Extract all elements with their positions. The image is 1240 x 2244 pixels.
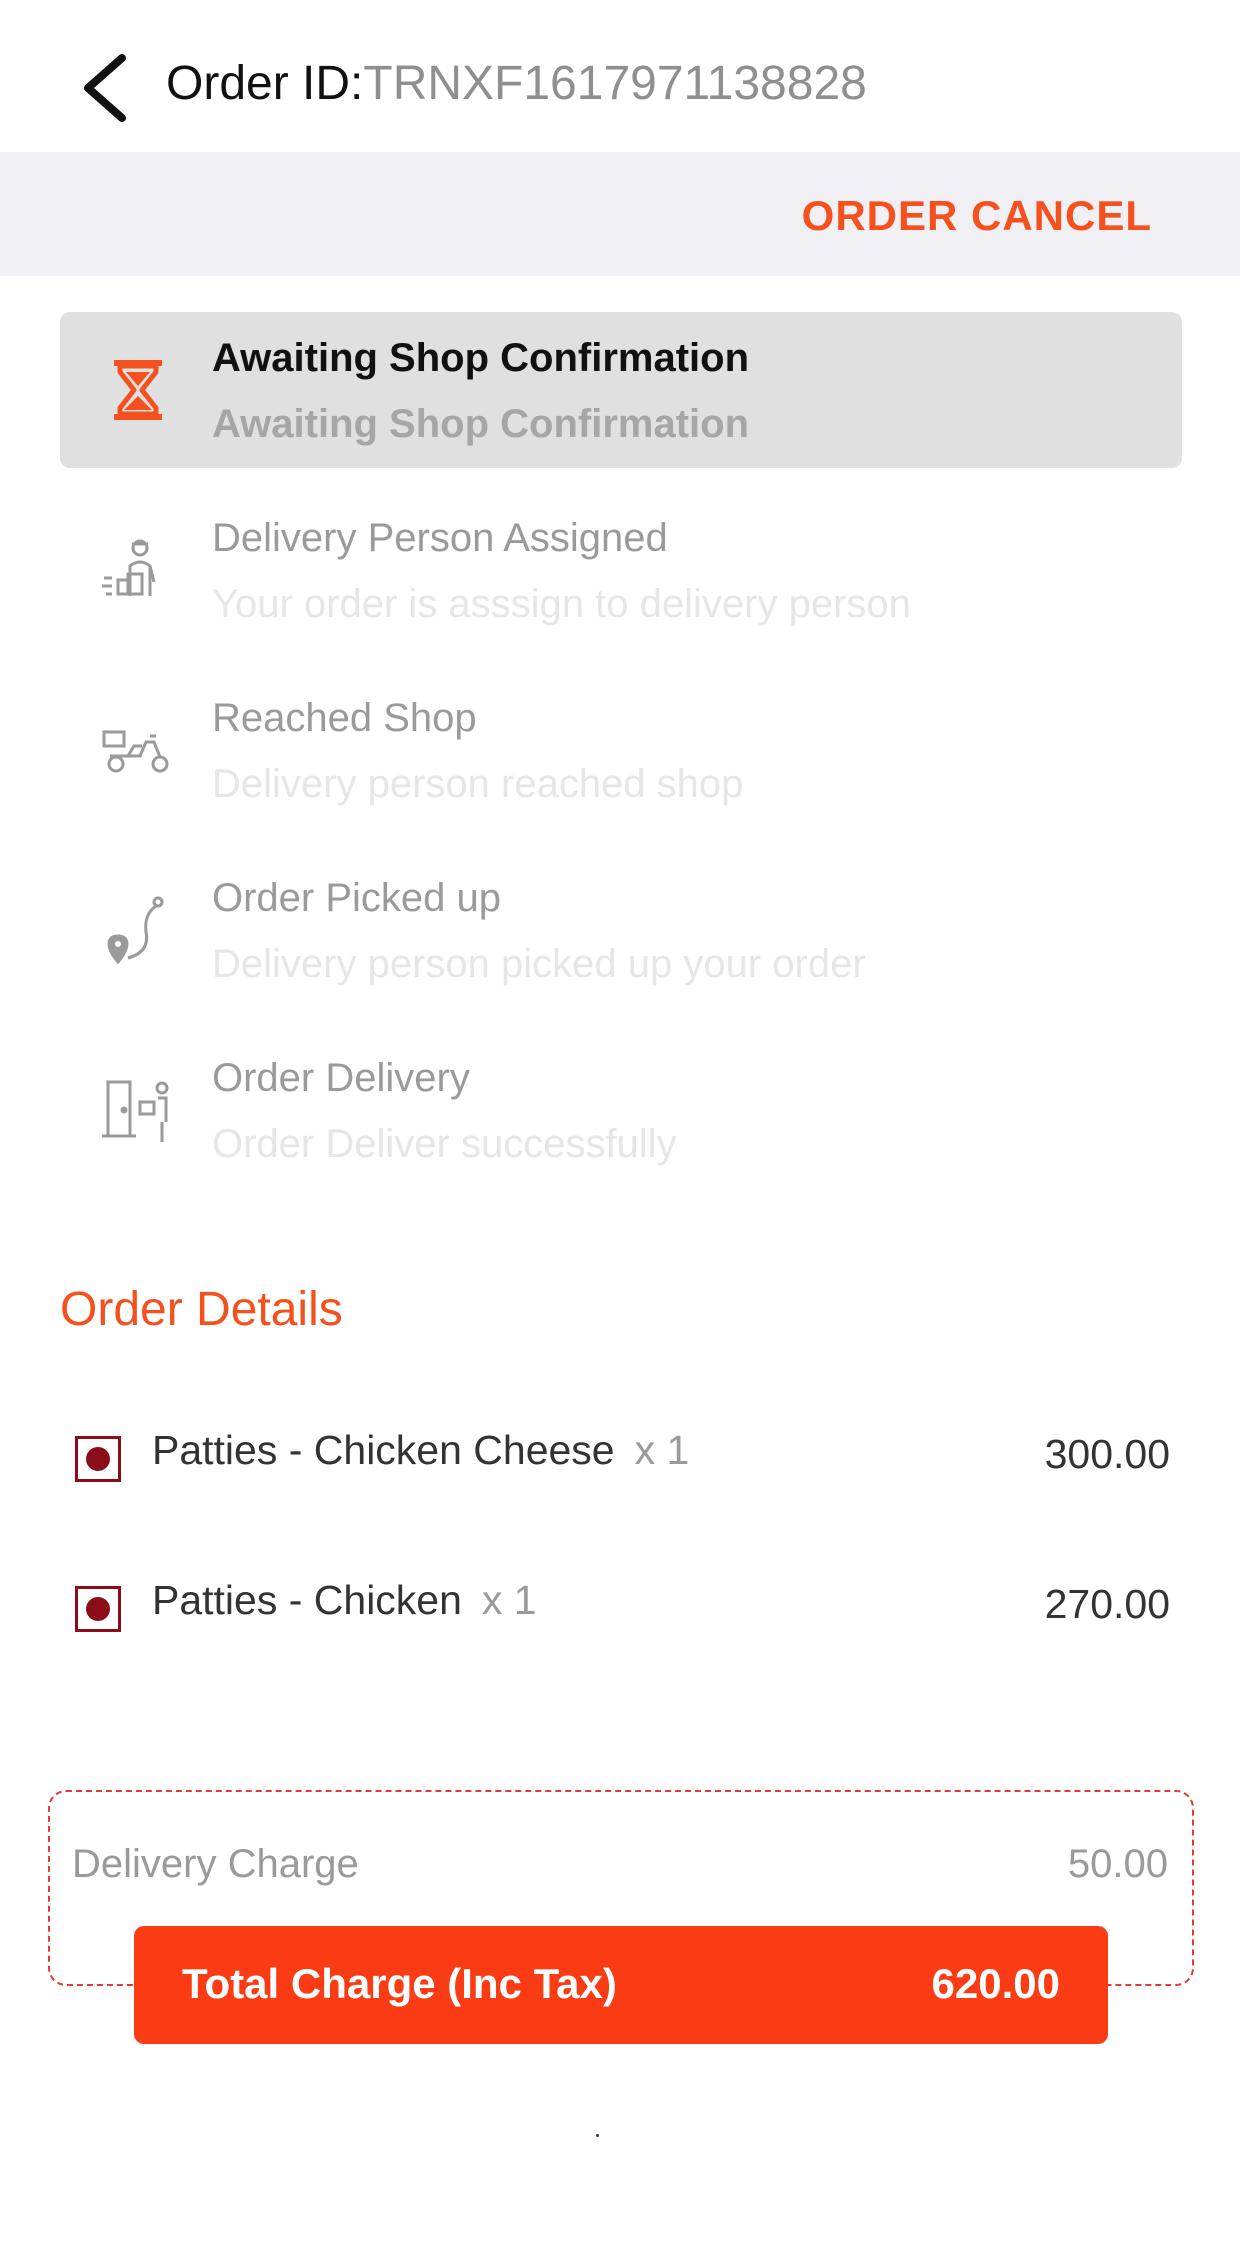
list-item: Patties - Chicken x 1 270.00 (60, 1564, 1170, 1644)
item-name-line: Patties - Chicken x 1 (152, 1570, 537, 1630)
order-details-title: Order Details (60, 1283, 343, 1336)
order-id-value: TRNXF1617971138828 (363, 57, 867, 110)
item-quantity: x 1 (481, 1577, 537, 1623)
top-bar: Order ID:TRNXF1617971138828 (0, 0, 1240, 152)
step-order-delivery: Order Delivery Order Deliver successfull… (60, 1032, 1182, 1212)
step-subtitle: Delivery person reached shop (212, 762, 744, 806)
decorative-dot (596, 2134, 599, 2137)
step-subtitle: Awaiting Shop Confirmation (212, 402, 750, 446)
step-reached-shop: Reached Shop Delivery person reached sho… (60, 672, 1182, 852)
item-price: 270.00 (1044, 1581, 1170, 1627)
delivery-charge-value: 50.00 (1067, 1842, 1168, 1886)
item-name: Patties - Chicken Cheese (152, 1427, 615, 1473)
item-price: 300.00 (1044, 1431, 1170, 1477)
step-title: Order Delivery (212, 1056, 470, 1100)
action-bar: ORDER CANCEL (0, 152, 1240, 276)
item-quantity: x 1 (634, 1427, 690, 1473)
total-charge-label: Total Charge (Inc Tax) (182, 1960, 617, 2007)
step-subtitle: Delivery person picked up your order (212, 942, 866, 986)
order-status-timeline: Awaiting Shop Confirmation Awaiting Shop… (60, 312, 1182, 1212)
item-name-line: Patties - Chicken Cheese x 1 (152, 1420, 689, 1480)
step-title: Reached Shop (212, 696, 477, 740)
order-cancel-button[interactable]: ORDER CANCEL (802, 192, 1152, 240)
scooter-icon (100, 712, 176, 788)
chevron-left-icon (84, 54, 126, 122)
list-item: Patties - Chicken Cheese x 1 300.00 (60, 1414, 1170, 1494)
delivery-person-icon (100, 532, 176, 608)
delivery-charge-label: Delivery Charge (72, 1842, 359, 1886)
step-subtitle: Your order is asssign to delivery person (212, 582, 911, 626)
back-button[interactable] (70, 48, 140, 128)
total-charge-button[interactable]: Total Charge (Inc Tax) 620.00 (134, 1926, 1108, 2044)
item-name: Patties - Chicken (152, 1577, 462, 1623)
hourglass-icon (100, 352, 176, 428)
route-pin-icon (100, 892, 176, 968)
step-order-picked-up: Order Picked up Delivery person picked u… (60, 852, 1182, 1032)
order-id: Order ID:TRNXF1617971138828 (166, 52, 867, 116)
non-veg-icon (75, 1436, 121, 1482)
step-subtitle: Order Deliver successfully (212, 1122, 677, 1166)
total-charge-value: 620.00 (931, 1960, 1060, 2007)
order-id-label: Order ID: (166, 57, 364, 110)
step-awaiting-confirmation: Awaiting Shop Confirmation Awaiting Shop… (60, 312, 1182, 468)
step-title: Awaiting Shop Confirmation (212, 336, 750, 380)
step-delivery-person-assigned: Delivery Person Assigned Your order is a… (60, 492, 1182, 672)
non-veg-icon (75, 1586, 121, 1632)
door-delivery-icon (100, 1072, 176, 1148)
step-title: Delivery Person Assigned (212, 516, 668, 560)
step-title: Order Picked up (212, 876, 502, 920)
